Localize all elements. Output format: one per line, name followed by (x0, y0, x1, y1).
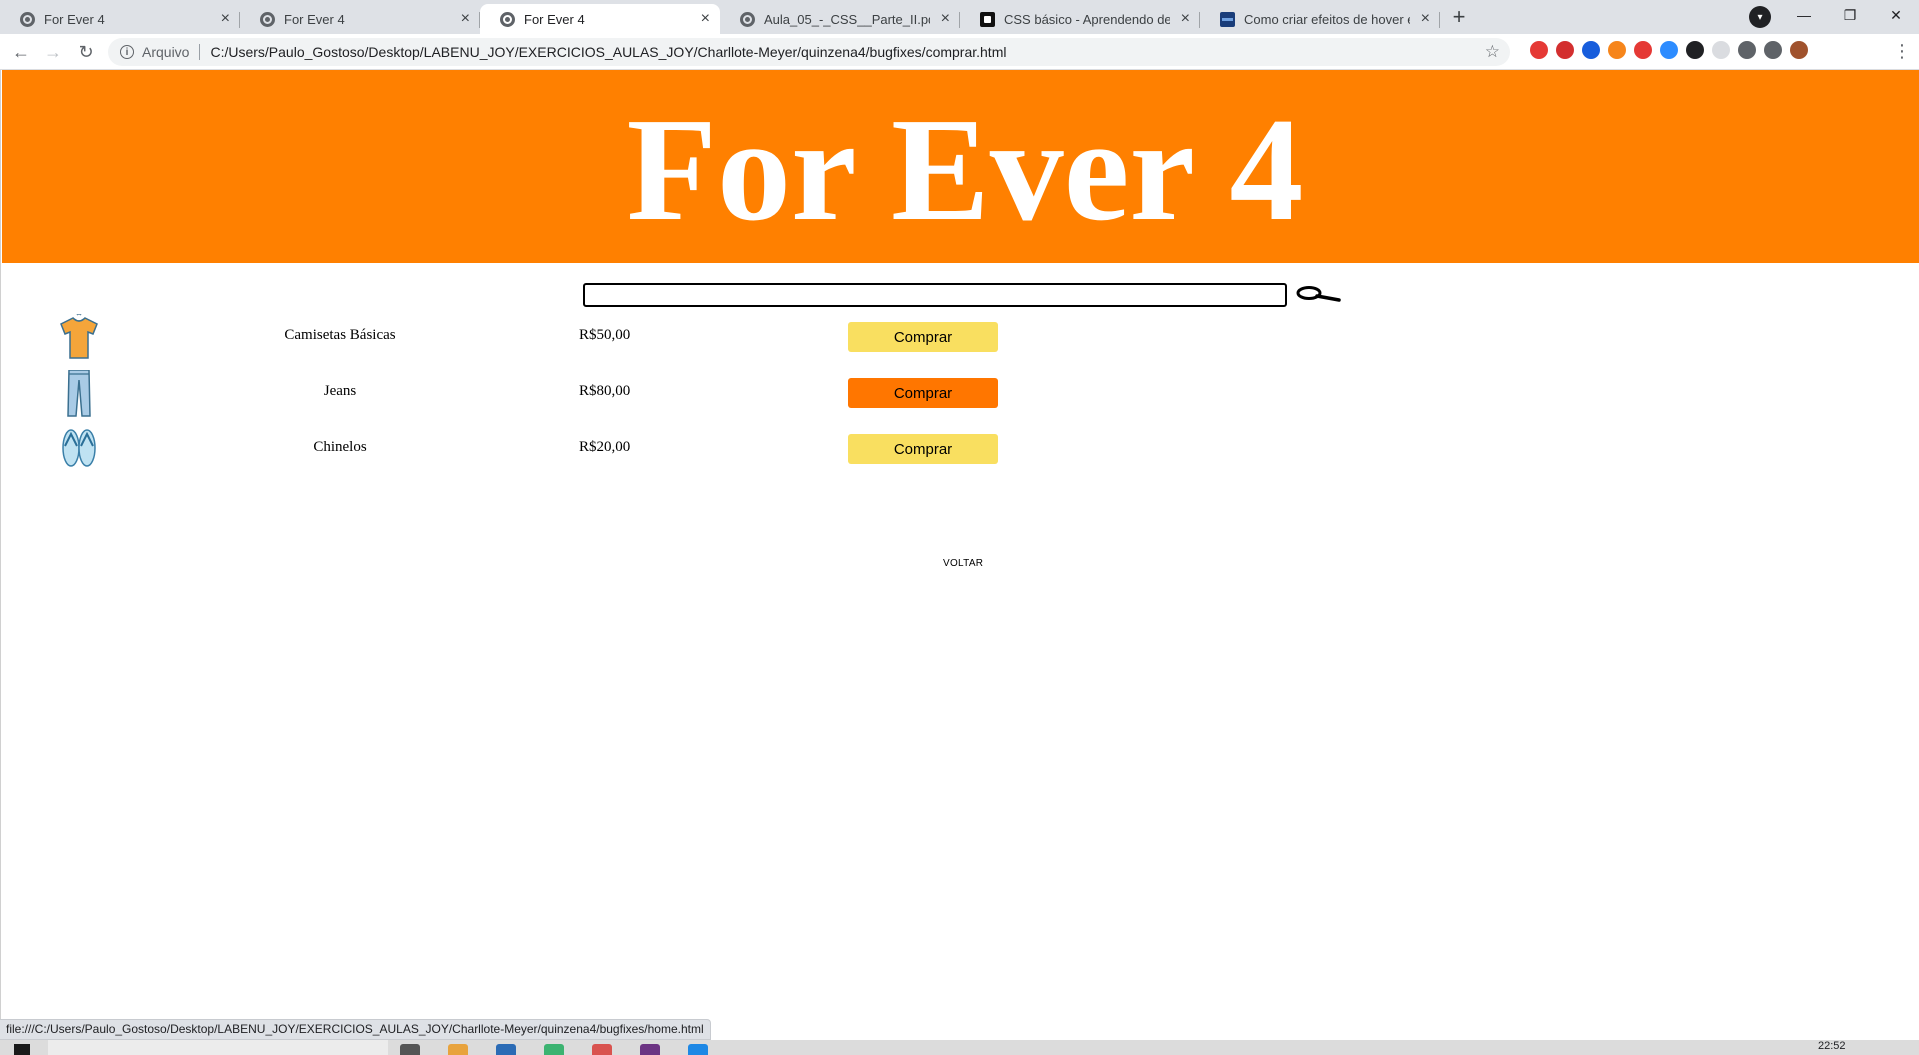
product-row: Jeans R$80,00 Comprar (1, 370, 1101, 417)
tab-close-icon[interactable]: × (941, 10, 950, 28)
forward-button[interactable]: → (42, 41, 64, 63)
adblock-ext-icon[interactable] (1634, 41, 1652, 59)
search-bar (583, 283, 1341, 307)
new-tab-button[interactable]: + (1444, 2, 1474, 32)
address-bar[interactable]: i Arquivo C:/Users/Paulo_Gostoso/Desktop… (108, 38, 1510, 66)
product-name: Chinelos (313, 439, 367, 455)
address-scheme-label: Arquivo (142, 44, 190, 60)
window-controls: — ❐ ✕ (1781, 0, 1919, 30)
reload-button[interactable]: ↻ (75, 41, 97, 63)
puzzle-ext-icon[interactable] (1738, 41, 1756, 59)
page-viewport: For Ever 4 Camisetas Básicas R$50,00 Com… (0, 70, 1919, 1025)
jeans-icon (67, 370, 91, 417)
taskbar-search[interactable] (48, 1040, 388, 1055)
taskbar-app-icon[interactable] (400, 1044, 420, 1055)
tab-label: Aula_05_-_CSS__Parte_II.pdf (764, 11, 930, 27)
sync-ext-icon[interactable] (1686, 41, 1704, 59)
product-name: Camisetas Básicas (284, 327, 396, 343)
product-price: R$20,00 (579, 439, 631, 455)
tab-label: For Ever 4 (284, 11, 345, 27)
taskbar-apps (400, 1044, 708, 1055)
address-url[interactable]: C:/Users/Paulo_Gostoso/Desktop/LABENU_JO… (210, 44, 1006, 60)
taskbar-clock: 22:52 (1818, 1040, 1846, 1052)
browser-toolbar: ← → ↻ i Arquivo C:/Users/Paulo_Gostoso/D… (0, 34, 1919, 70)
tab-label: Como criar efeitos de hover em s (1244, 11, 1410, 27)
globe-icon (740, 12, 755, 27)
site-header: For Ever 4 (2, 70, 1919, 263)
translate-ext-icon[interactable] (1712, 41, 1730, 59)
tshirt-icon (60, 314, 98, 359)
back-link[interactable]: VOLTAR (943, 558, 983, 569)
info-icon[interactable]: i (120, 45, 134, 59)
mdn-icon (980, 12, 995, 27)
browser-tab[interactable]: For Ever 4 × (240, 4, 480, 34)
bookmark-star-icon[interactable]: ☆ (1485, 42, 1500, 62)
flip-flops-icon (62, 429, 96, 467)
close-window-button[interactable]: ✕ (1873, 0, 1919, 30)
kebab-menu-icon[interactable]: ⋮ (1893, 41, 1911, 62)
globe-icon (20, 12, 35, 27)
taskbar: 22:52 (0, 1040, 1919, 1055)
taskbar-app-icon[interactable] (448, 1044, 468, 1055)
product-price: R$80,00 (579, 383, 631, 399)
avatar-ext-icon[interactable] (1790, 41, 1808, 59)
taskbar-app-icon[interactable] (496, 1044, 516, 1055)
back-button[interactable]: ← (10, 41, 32, 63)
bitwarden-ext-icon[interactable] (1582, 41, 1600, 59)
youtube-ext-icon[interactable] (1530, 41, 1548, 59)
tab-label: CSS básico - Aprendendo desen (1004, 11, 1170, 27)
search-input[interactable] (583, 283, 1287, 307)
browser-tab[interactable]: Aula_05_-_CSS__Parte_II.pdf × (720, 4, 960, 34)
buy-button[interactable]: Comprar (848, 378, 998, 408)
product-name: Jeans (323, 383, 357, 399)
browser-tab-active[interactable]: For Ever 4 × (480, 4, 720, 34)
browser-tab[interactable]: For Ever 4 × (0, 4, 240, 34)
restore-button[interactable]: ❐ (1827, 0, 1873, 30)
tab-close-icon[interactable]: × (461, 10, 470, 28)
buy-button[interactable]: Comprar (848, 434, 998, 464)
browser-tab[interactable]: CSS básico - Aprendendo desen × (960, 4, 1200, 34)
tab-strip: For Ever 4 × For Ever 4 × For Ever 4 × A… (0, 0, 1919, 34)
site-title: For Ever 4 (626, 87, 1304, 252)
windows-start-icon[interactable] (14, 1044, 30, 1055)
zoom-ext-icon[interactable] (1660, 41, 1678, 59)
tab-close-icon[interactable]: × (221, 10, 230, 28)
taskbar-app-icon[interactable] (688, 1044, 708, 1055)
ublock-ext-icon[interactable] (1556, 41, 1574, 59)
address-divider (199, 44, 201, 60)
taskbar-app-icon[interactable] (640, 1044, 660, 1055)
tab-close-icon[interactable]: × (1421, 10, 1430, 28)
tab-close-icon[interactable]: × (701, 10, 710, 28)
metamask-ext-icon[interactable] (1608, 41, 1626, 59)
product-row: Chinelos R$20,00 Comprar (1, 426, 1101, 470)
product-row: Camisetas Básicas R$50,00 Comprar (1, 314, 1101, 359)
globe-icon (500, 12, 515, 27)
tab-search-icon[interactable]: ▾ (1749, 6, 1771, 28)
tab-label: For Ever 4 (44, 11, 105, 27)
taskbar-app-icon[interactable] (544, 1044, 564, 1055)
taskbar-app-icon[interactable] (592, 1044, 612, 1055)
buy-button[interactable]: Comprar (848, 322, 998, 352)
globe-icon (260, 12, 275, 27)
extensions-bar (1530, 41, 1808, 59)
tab-label: For Ever 4 (524, 11, 585, 27)
browser-tab[interactable]: Como criar efeitos de hover em s × (1200, 4, 1440, 34)
product-price: R$50,00 (579, 327, 631, 343)
minimize-button[interactable]: — (1781, 0, 1827, 30)
status-bar-url: file:///C:/Users/Paulo_Gostoso/Desktop/L… (0, 1019, 711, 1040)
search-icon[interactable] (1295, 285, 1341, 305)
media-ext-icon[interactable] (1764, 41, 1782, 59)
site-icon (1220, 12, 1235, 27)
tab-close-icon[interactable]: × (1181, 10, 1190, 28)
